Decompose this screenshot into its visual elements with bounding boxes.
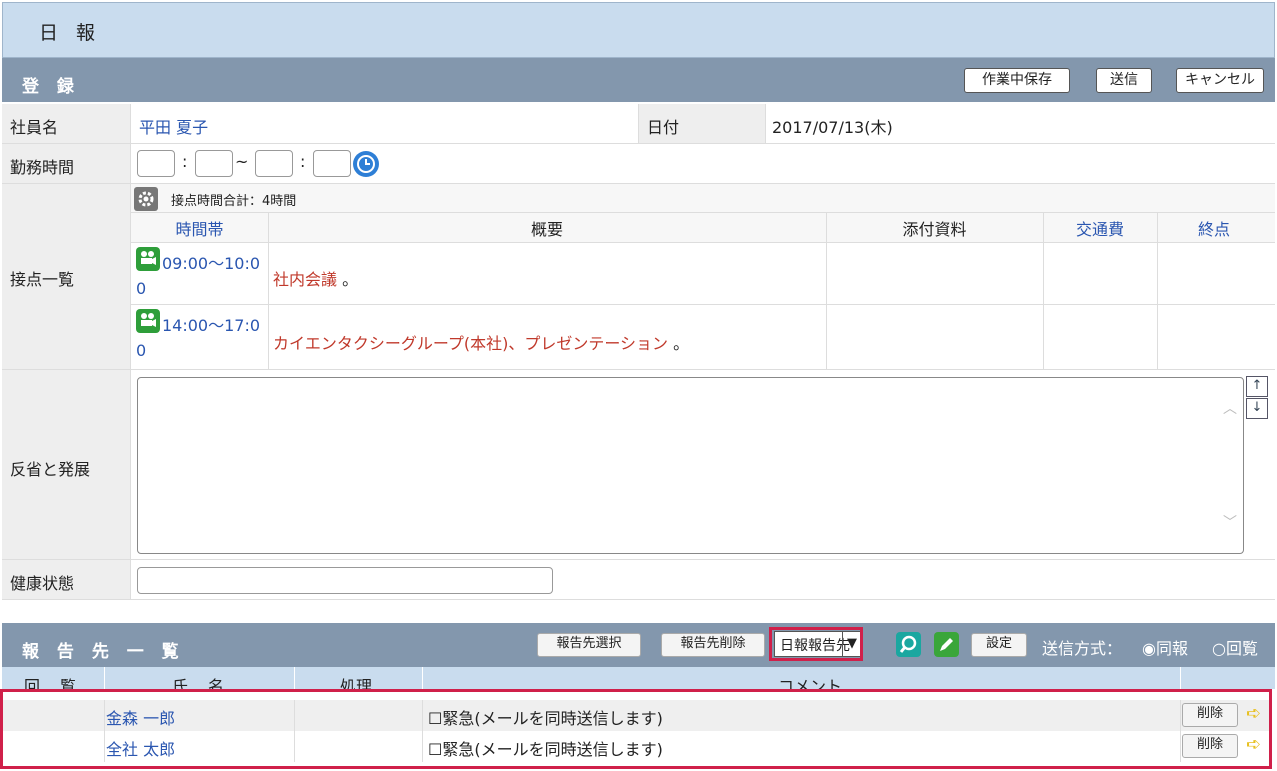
contacts-label: 接点一覧	[10, 270, 75, 289]
contact-row: 14:00～17:0 0 カイエンタクシーグループ(本社)、プレゼンテーション …	[131, 305, 1275, 369]
col-summary: 概要	[530, 220, 563, 239]
contact-time-line2[interactable]: 0	[136, 279, 146, 298]
work-time-label-cell: 勤務時間	[2, 144, 131, 184]
select-recipient-button[interactable]: 報告先選択	[537, 633, 641, 657]
contact-summary-suffix: 。	[668, 334, 690, 353]
contact-row: 09:00～10:0 0 社内会議 。	[131, 243, 1275, 304]
register-header: 登 録 作業中保存 送信 キャンセル	[2, 58, 1275, 102]
checkbox-icon: ☐	[428, 740, 443, 759]
end-hour-input[interactable]	[255, 150, 293, 177]
col-attachment: 添付資料	[902, 220, 967, 239]
expand-textarea-icon[interactable]: ↑ ↓	[1246, 376, 1268, 420]
search-icon[interactable]	[896, 632, 921, 657]
camera-icon	[136, 309, 160, 333]
reply-arrow-icon[interactable]: ➪	[1246, 703, 1261, 724]
col-transport[interactable]: 交通費	[1043, 216, 1157, 240]
col-name: 氏 名	[172, 677, 227, 689]
radio-unchecked-icon: ○	[1212, 639, 1226, 658]
urgent-label: 緊急(メールを同時送信します)	[442, 740, 663, 759]
reflection-label: 反省と発展	[10, 460, 91, 479]
urgent-label: 緊急(メールを同時送信します)	[442, 709, 663, 728]
contact-summary-suffix: 。	[337, 270, 359, 289]
end-time-colon: :	[300, 152, 306, 171]
radio-broadcast-label: 同報	[1155, 639, 1188, 658]
urgent-checkbox[interactable]: ☐緊急(メールを同時送信します)	[428, 736, 663, 760]
send-method-label: 送信方式：	[1042, 639, 1123, 658]
employee-label: 社員名	[10, 118, 59, 137]
contact-time-line2[interactable]: 0	[136, 341, 146, 360]
scroll-up-icon[interactable]: ︿	[1223, 398, 1237, 418]
table-row: 全社 太郎 ☐緊急(メールを同時送信します) 削除 ➪	[2, 731, 1270, 762]
date-value-cell: 2017/07/13(木)	[766, 104, 1275, 144]
date-label-cell: 日付	[638, 104, 766, 144]
date-value: 2017/07/13(木)	[772, 118, 893, 137]
reflection-value-cell: ︿ ﹀ ↑ ↓	[131, 370, 1275, 560]
work-time-label: 勤務時間	[10, 158, 75, 177]
gear-icon[interactable]	[134, 187, 158, 211]
employee-value-cell: 平田 夏子	[131, 104, 638, 144]
col-time[interactable]: 時間帯	[131, 216, 268, 240]
register-title: 登 録	[22, 77, 80, 97]
contact-time-line1[interactable]: 14:00～17:0	[162, 312, 260, 336]
reflection-textarea[interactable]: ︿ ﹀	[137, 377, 1244, 554]
start-minute-input[interactable]	[195, 150, 233, 177]
col-comment: コメント	[778, 677, 843, 689]
radio-broadcast[interactable]: ◉同報	[1142, 635, 1188, 659]
clock-icon[interactable]	[353, 151, 379, 177]
delete-row-button[interactable]: 削除	[1182, 734, 1238, 758]
report-type-dropdown[interactable]: 日報報告先 ▼	[774, 631, 862, 657]
col-end[interactable]: 終点	[1157, 216, 1271, 240]
contact-summary-link[interactable]: 社内会議	[273, 270, 337, 289]
recipient-table-header: 回 覧 氏 名 処理 コメント	[2, 667, 1275, 689]
contact-summary-link[interactable]: カイエンタクシーグループ(本社)、プレゼンテーション	[273, 334, 668, 353]
contact-time-line1[interactable]: 09:00～10:0	[162, 250, 260, 274]
page-title-bar: 日 報	[2, 2, 1275, 58]
urgent-checkbox[interactable]: ☐緊急(メールを同時送信します)	[428, 705, 663, 729]
radio-circulate[interactable]: ○回覧	[1212, 635, 1258, 659]
radio-circulate-label: 回覧	[1225, 639, 1258, 658]
checkbox-icon: ☐	[428, 709, 443, 728]
send-button[interactable]: 送信	[1096, 68, 1152, 93]
time-range-tilde: ~	[235, 152, 249, 171]
reply-arrow-icon[interactable]: ➪	[1246, 734, 1261, 755]
camera-icon	[136, 247, 160, 271]
start-time-colon: :	[182, 152, 188, 171]
table-row: 金森 一郎 ☐緊急(メールを同時送信します) 削除 ➪	[2, 700, 1270, 731]
chevron-down-icon: ▼	[842, 632, 861, 656]
report-to-title: 報 告 先 一 覧	[22, 642, 185, 662]
settings-button[interactable]: 設定	[971, 633, 1027, 657]
contacts-value-cell: 接点時間合計：4時間 時間帯 概要 添付資料 交通費 終点 09:00～10:0…	[131, 184, 1275, 370]
end-minute-input[interactable]	[313, 150, 351, 177]
col-process: 処理	[340, 677, 373, 689]
cancel-button[interactable]: キャンセル	[1176, 68, 1264, 93]
delete-recipient-button[interactable]: 報告先削除	[661, 633, 765, 657]
work-time-value-cell: : ~ :	[131, 144, 1275, 184]
health-label-cell: 健康状態	[2, 560, 131, 600]
report-to-header: 報 告 先 一 覧 報告先選択 報告先削除 日報報告先 ▼ 設定 送信方式： ◉…	[2, 623, 1275, 667]
contacts-total: 接点時間合計：4時間	[171, 194, 297, 209]
employee-name[interactable]: 平田 夏子	[139, 114, 208, 138]
page-title: 日 報	[39, 22, 102, 44]
health-label: 健康状態	[10, 574, 75, 593]
reflection-label-cell: 反省と発展	[2, 370, 131, 560]
recipient-name[interactable]: 金森 一郎	[106, 705, 175, 729]
date-label: 日付	[647, 118, 680, 137]
employee-label-cell: 社員名	[2, 104, 131, 144]
col-circulate: 回 覧	[24, 677, 79, 689]
edit-icon[interactable]	[934, 632, 959, 657]
report-type-value: 日報報告先	[780, 638, 850, 654]
recipient-name[interactable]: 全社 太郎	[106, 736, 175, 760]
contacts-label-cell: 接点一覧	[2, 184, 131, 370]
scroll-down-icon[interactable]: ﹀	[1223, 512, 1237, 532]
save-draft-button[interactable]: 作業中保存	[964, 68, 1070, 93]
delete-row-button[interactable]: 削除	[1182, 703, 1238, 727]
start-hour-input[interactable]	[137, 150, 175, 177]
radio-checked-icon: ◉	[1142, 639, 1156, 658]
health-input[interactable]	[137, 567, 553, 594]
health-value-cell	[131, 560, 1275, 600]
